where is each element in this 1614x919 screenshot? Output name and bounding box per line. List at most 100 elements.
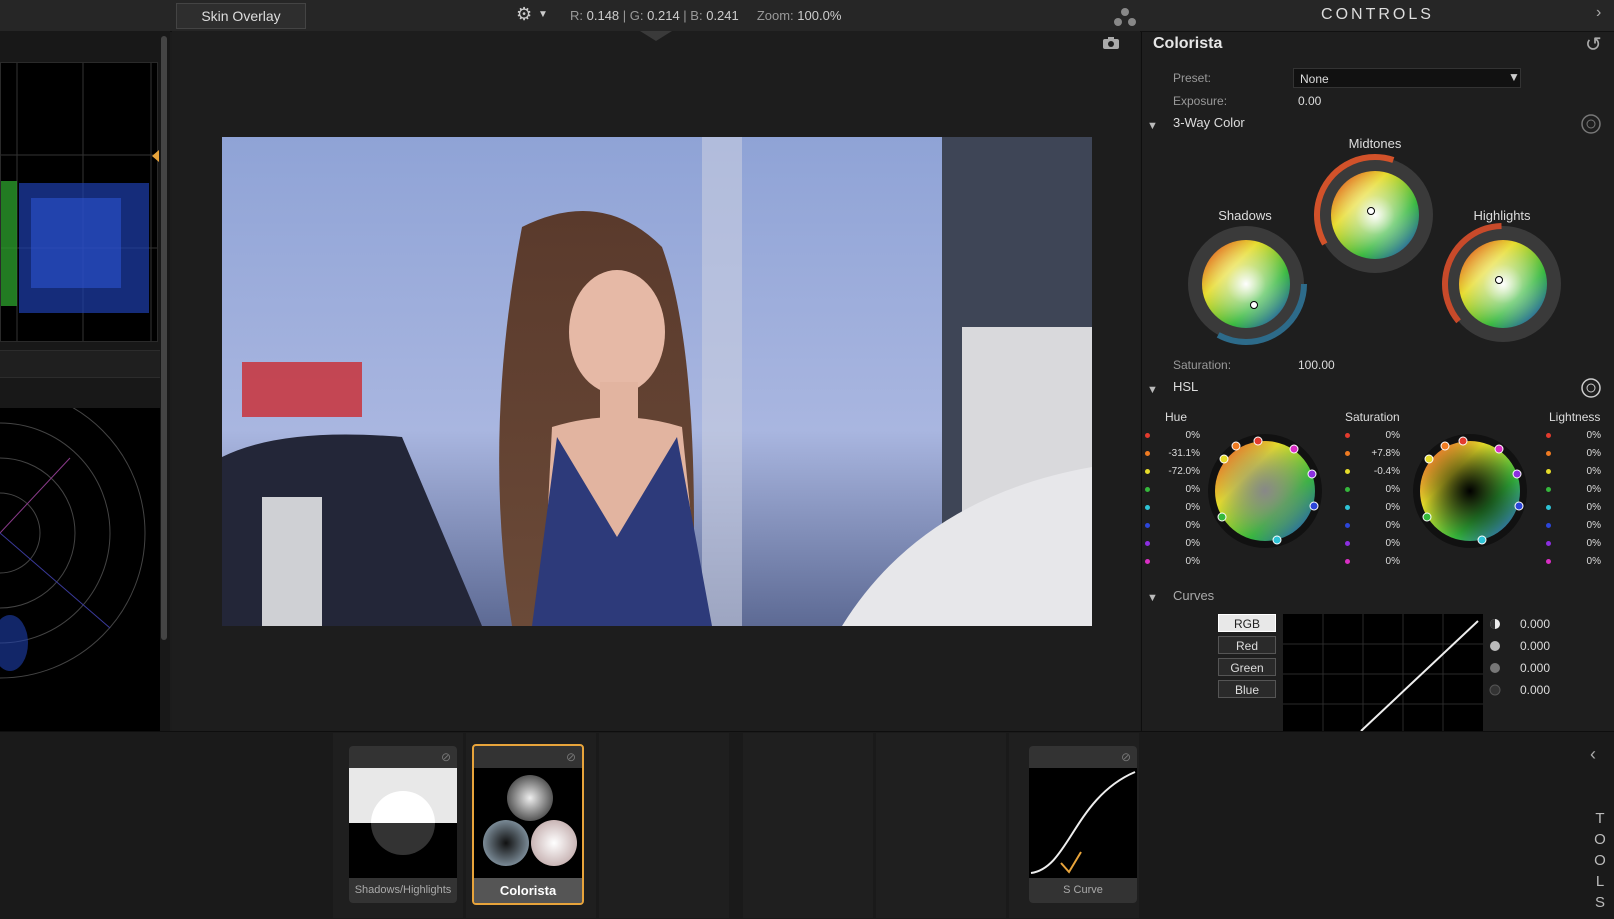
hsl-color-dot-icon: [1345, 522, 1350, 528]
hsl-light-row[interactable]: 0%: [1546, 484, 1601, 495]
collapse-curves-icon[interactable]: ▼: [1147, 592, 1158, 604]
level-marker-icon[interactable]: [152, 150, 159, 162]
hsl-value: 0%: [1586, 556, 1601, 567]
effect-card-s-curve[interactable]: ⊘ S Curve: [1029, 746, 1137, 903]
saturation-wheel[interactable]: [1411, 432, 1529, 550]
hsl-light-row[interactable]: 0%: [1546, 466, 1601, 477]
controls-title: CONTROLS: [1321, 6, 1434, 23]
gear-icon[interactable]: ⚙: [516, 4, 532, 25]
highlights-point-icon[interactable]: [1489, 618, 1501, 630]
hue-wheel[interactable]: [1206, 432, 1324, 550]
shadows-highlights-thumbnail: [349, 768, 457, 878]
hsl-hue-row[interactable]: 0%: [1145, 502, 1200, 513]
hsl-hue-row[interactable]: 0%: [1145, 556, 1200, 567]
effect-card-shadows-highlights[interactable]: ⊘ Shadows/Highlights: [349, 746, 457, 903]
skin-overlay-button[interactable]: Skin Overlay: [176, 3, 306, 29]
curve-editor[interactable]: [1283, 614, 1483, 731]
hsl-color-dot-icon: [1345, 540, 1350, 546]
chevron-down-icon[interactable]: ▼: [1508, 70, 1520, 84]
camera-icon[interactable]: [1102, 36, 1120, 50]
curve-value-3[interactable]: 0.000: [1520, 661, 1550, 675]
hsl-color-dot-icon: [1145, 450, 1150, 456]
hsl-value: 0%: [1586, 520, 1601, 531]
r-value: 0.148: [586, 8, 620, 23]
hsl-hue-row[interactable]: 0%: [1145, 430, 1200, 441]
bypass-icon[interactable]: ⊘: [566, 750, 576, 764]
collapse-3way-icon[interactable]: ▼: [1147, 120, 1158, 132]
shadows-point-icon[interactable]: [1489, 662, 1501, 674]
hsl-color-dot-icon: [1145, 486, 1150, 492]
bypass-icon[interactable]: ⊘: [441, 750, 451, 764]
tools-letter: S: [1594, 894, 1605, 911]
hsl-value: 0%: [1185, 520, 1200, 531]
hsl-color-dot-icon: [1145, 540, 1150, 546]
chevron-left-icon[interactable]: ‹: [1590, 744, 1596, 765]
hsl-color-dot-icon: [1546, 504, 1551, 510]
hsl-color-dot-icon: [1345, 558, 1350, 564]
hsl-hue-row[interactable]: 0%: [1145, 484, 1200, 495]
curve-channel-rgb[interactable]: RGB: [1218, 614, 1276, 632]
bypass-icon[interactable]: ⊘: [1121, 750, 1131, 764]
bypass-hsl-icon[interactable]: [1580, 377, 1602, 399]
hsl-light-row[interactable]: 0%: [1546, 502, 1601, 513]
hsl-color-dot-icon: [1546, 486, 1551, 492]
hsl-light-row[interactable]: 0%: [1546, 556, 1601, 567]
hsl-color-dot-icon: [1145, 468, 1150, 474]
hsl-value: 0%: [1385, 520, 1400, 531]
hsl-sat-row[interactable]: 0%: [1345, 520, 1400, 531]
curve-value-1[interactable]: 0.000: [1520, 617, 1550, 631]
zoom-label: Zoom:: [756, 8, 794, 23]
hsl-sat-row[interactable]: +7.8%: [1345, 448, 1400, 459]
hsl-light-row[interactable]: 0%: [1546, 430, 1601, 441]
hsl-color-dot-icon: [1145, 522, 1150, 528]
hsl-sat-row[interactable]: 0%: [1345, 484, 1400, 495]
exposure-label: Exposure:: [1173, 94, 1228, 108]
scope-divider: [0, 350, 160, 378]
tools-tab[interactable]: TOOLS: [1590, 808, 1610, 913]
exposure-value[interactable]: 0.00: [1298, 94, 1321, 108]
hsl-sat-row[interactable]: 0%: [1345, 430, 1400, 441]
chevron-right-icon[interactable]: ›: [1596, 4, 1601, 22]
effect-card-colorista[interactable]: ⊘ Colorista: [472, 744, 584, 905]
hsl-light-row[interactable]: 0%: [1546, 520, 1601, 531]
midtones-point-icon[interactable]: [1489, 640, 1501, 652]
chevron-down-icon[interactable]: ▼: [538, 9, 548, 20]
hsl-hue-row[interactable]: -31.1%: [1145, 448, 1200, 459]
saturation-value[interactable]: 100.00: [1298, 358, 1335, 372]
bypass-3way-icon[interactable]: [1580, 113, 1602, 135]
hsl-value: 0%: [1185, 556, 1200, 567]
highlights-wheel[interactable]: [1441, 222, 1565, 346]
hsl-sat-row[interactable]: 0%: [1345, 502, 1400, 513]
saturation-title: Saturation: [1345, 410, 1400, 424]
hsl-hue-row[interactable]: 0%: [1145, 538, 1200, 549]
hsl-color-dot-icon: [1546, 468, 1551, 474]
hsl-color-dot-icon: [1145, 432, 1150, 438]
hsl-color-dot-icon: [1145, 504, 1150, 510]
preview-image[interactable]: [222, 137, 1092, 626]
layout-icon[interactable]: [1112, 7, 1138, 27]
zoom-value: 100.0%: [797, 8, 842, 23]
hsl-light-row[interactable]: 0%: [1546, 538, 1601, 549]
curve-channel-green[interactable]: Green: [1218, 658, 1276, 676]
hsl-value: 0%: [1385, 484, 1400, 495]
shadows-wheel[interactable]: [1184, 222, 1308, 346]
curve-value-2[interactable]: 0.000: [1520, 639, 1550, 653]
curve-channel-red[interactable]: Red: [1218, 636, 1276, 654]
blacks-point-icon[interactable]: [1489, 684, 1501, 696]
curve-value-4[interactable]: 0.000: [1520, 683, 1550, 697]
hsl-light-row[interactable]: 0%: [1546, 448, 1601, 459]
collapse-hsl-icon[interactable]: ▼: [1147, 384, 1158, 396]
preset-select[interactable]: None: [1293, 68, 1521, 88]
hsl-hue-row[interactable]: 0%: [1145, 520, 1200, 531]
reset-icon[interactable]: ↺: [1585, 32, 1602, 57]
viewer-handle-icon[interactable]: [640, 31, 672, 41]
hsl-sat-row[interactable]: -0.4%: [1345, 466, 1400, 477]
curve-channel-blue[interactable]: Blue: [1218, 680, 1276, 698]
hsl-value: 0%: [1586, 448, 1601, 459]
effect-card-label: Colorista: [474, 878, 582, 903]
hsl-hue-row[interactable]: -72.0%: [1145, 466, 1200, 477]
scopes-scrollbar[interactable]: [161, 36, 167, 640]
hsl-sat-row[interactable]: 0%: [1345, 556, 1400, 567]
hsl-sat-row[interactable]: 0%: [1345, 538, 1400, 549]
midtones-wheel[interactable]: [1313, 153, 1437, 277]
